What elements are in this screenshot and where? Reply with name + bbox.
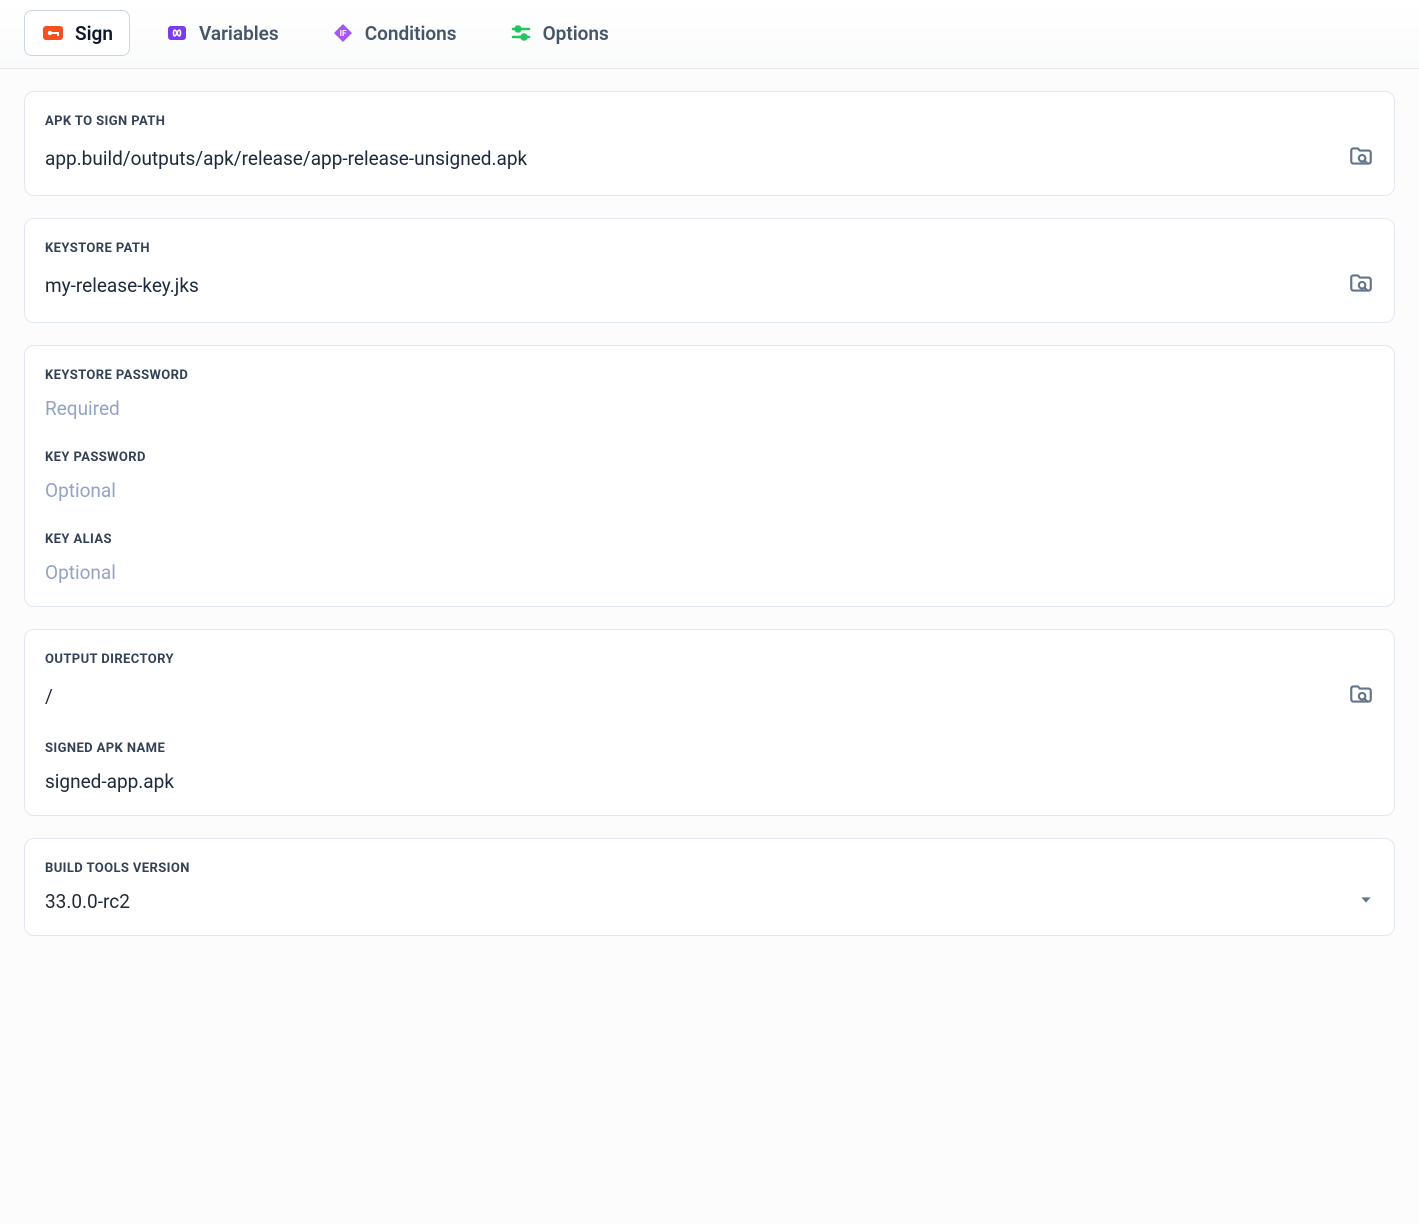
browse-folder-icon[interactable]	[1348, 270, 1374, 300]
tab-sign[interactable]: Sign	[24, 10, 130, 56]
build-tools-version-label: BUILD TOOLS VERSION	[45, 861, 1374, 876]
card-credentials: KEYSTORE PASSWORD KEY PASSWORD KEY ALIAS	[24, 345, 1395, 607]
keystore-password-label: KEYSTORE PASSWORD	[45, 368, 1374, 383]
variables-icon	[165, 21, 189, 45]
options-icon	[509, 21, 533, 45]
browse-folder-icon[interactable]	[1348, 681, 1374, 711]
keystore-path-label: KEYSTORE PATH	[45, 241, 1374, 256]
tab-variables[interactable]: Variables	[148, 10, 296, 56]
tab-options[interactable]: Options	[492, 10, 626, 56]
tab-label: Options	[543, 22, 609, 45]
tab-label: Sign	[75, 22, 113, 45]
output-directory-label: OUTPUT DIRECTORY	[45, 652, 1374, 667]
key-alias-input[interactable]	[45, 561, 1374, 584]
signed-apk-name-label: SIGNED APK NAME	[45, 741, 1374, 756]
keystore-password-input[interactable]	[45, 397, 1374, 420]
apk-path-label: APK TO SIGN PATH	[45, 114, 1374, 129]
output-directory-input[interactable]	[45, 685, 1336, 708]
build-tools-version-value: 33.0.0-rc2	[45, 890, 130, 913]
tab-conditions[interactable]: IF Conditions	[314, 10, 474, 56]
build-tools-version-select[interactable]: 33.0.0-rc2	[45, 890, 1374, 913]
key-alias-label: KEY ALIAS	[45, 532, 1374, 547]
key-icon	[41, 21, 65, 45]
key-password-input[interactable]	[45, 479, 1374, 502]
keystore-path-input[interactable]	[45, 274, 1336, 297]
card-output: OUTPUT DIRECTORY SIGNED APK NAME	[24, 629, 1395, 816]
chevron-down-icon	[1358, 892, 1374, 912]
tab-bar: Sign Variables IF Conditions	[0, 0, 1419, 69]
browse-folder-icon[interactable]	[1348, 143, 1374, 173]
card-build-tools: BUILD TOOLS VERSION 33.0.0-rc2	[24, 838, 1395, 936]
tab-label: Variables	[199, 22, 279, 45]
apk-path-input[interactable]	[45, 147, 1336, 170]
card-keystore-path: KEYSTORE PATH	[24, 218, 1395, 323]
signed-apk-name-input[interactable]	[45, 770, 1374, 793]
card-apk-path: APK TO SIGN PATH	[24, 91, 1395, 196]
key-password-label: KEY PASSWORD	[45, 450, 1374, 465]
tab-label: Conditions	[365, 22, 457, 45]
conditions-icon: IF	[331, 21, 355, 45]
svg-text:IF: IF	[339, 29, 346, 38]
